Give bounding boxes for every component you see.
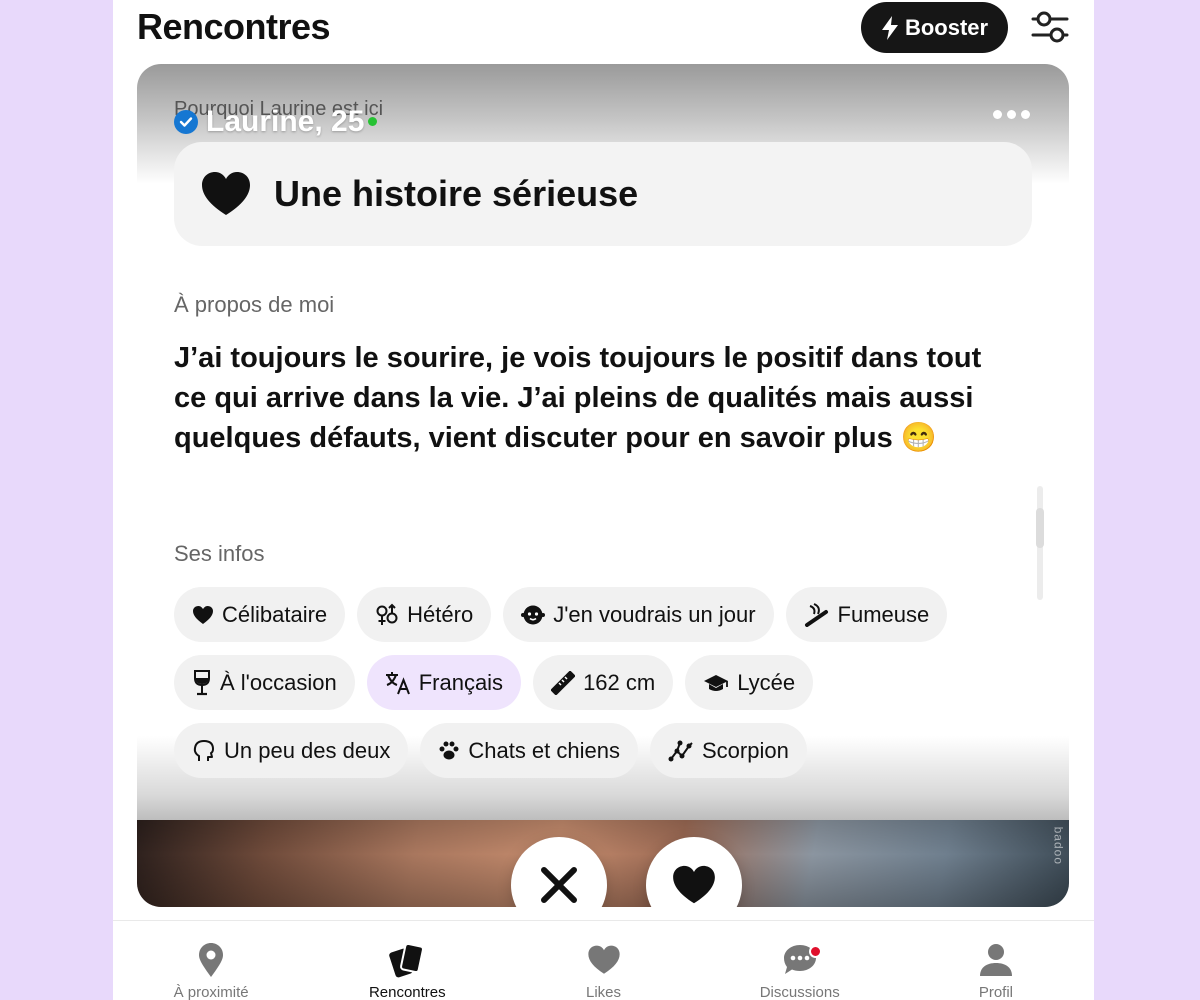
gender-icon (376, 603, 398, 625)
unread-badge (808, 945, 822, 958)
chip-height: 162 cm (533, 655, 674, 710)
chip-language: Français (366, 655, 522, 710)
info-chips: Célibataire Hétéro J'en voudrais un jour… (174, 587, 1054, 791)
heart-icon (587, 945, 620, 974)
chip-personality: Un peu des deux (174, 723, 409, 778)
booster-button[interactable]: Booster (861, 2, 1008, 53)
profile-name[interactable]: Laurine, 25 (174, 105, 378, 139)
nav-label-profile: Profil (978, 984, 1013, 1000)
paw-icon (439, 741, 459, 759)
nav-item-profile[interactable]: Profil (898, 921, 1094, 1000)
baby-icon (521, 605, 546, 624)
sliders-icon[interactable] (1031, 10, 1069, 44)
chip-smoking: Fumeuse (785, 587, 948, 642)
heart-icon (193, 605, 213, 624)
app-window: Rencontres Booster badoo Pourquoi Laurin… (113, 0, 1094, 1000)
nav-item-nearby[interactable]: À proximité (113, 921, 309, 1000)
nav-item-likes[interactable]: Likes (505, 921, 701, 1000)
booster-label: Booster (904, 14, 989, 40)
more-options-icon[interactable] (993, 110, 1030, 119)
head-icon (193, 739, 214, 761)
translate-icon (385, 671, 410, 694)
chip-education: Lycée (685, 655, 814, 710)
nav-label-likes: Likes (585, 984, 622, 1000)
profile-card[interactable]: badoo Pourquoi Laurine est ici Laurine, … (137, 64, 1069, 907)
lightning-icon (881, 15, 898, 40)
chip-pets: Chats et chiens (420, 723, 638, 778)
chip-orientation: Hétéro (357, 587, 492, 642)
bottom-navigation: À proximité Rencontres Likes Discussions (113, 920, 1094, 1000)
nav-label-discussions: Discussions (759, 984, 840, 1000)
chip-drinking: À l'occasion (174, 655, 355, 710)
chip-children: J'en voudrais un jour (503, 587, 774, 642)
online-status-dot (368, 116, 378, 126)
relationship-intent: Une histoire sérieuse (174, 142, 1032, 246)
graduation-cap-icon (704, 674, 729, 691)
page-title: Rencontres (137, 6, 331, 47)
chip-relationship-status: Célibataire (174, 587, 346, 642)
nav-label-nearby: À proximité (173, 984, 249, 1000)
chip-zodiac: Scorpion (649, 723, 807, 778)
ruler-icon (551, 670, 576, 695)
nav-label-encounters: Rencontres (368, 984, 446, 1000)
intent-text: Une histoire sérieuse (274, 173, 639, 214)
scrollbar[interactable] (1036, 486, 1044, 600)
nav-item-discussions[interactable]: Discussions (702, 921, 898, 1000)
about-label: À propos de moi (174, 292, 335, 317)
name-age: Laurine, 25 (206, 105, 365, 138)
header: Rencontres Booster (113, 0, 1094, 60)
cards-icon (389, 942, 425, 977)
person-icon (979, 943, 1012, 976)
photo-watermark: badoo (1051, 826, 1065, 865)
verified-badge-icon (174, 110, 198, 134)
nav-item-encounters[interactable]: Rencontres (309, 921, 505, 1000)
location-pin-icon (199, 942, 224, 977)
wine-glass-icon (194, 669, 210, 695)
about-text: J’ai toujours le sourire, je vois toujou… (174, 342, 982, 454)
heart-icon (202, 172, 250, 215)
heart-icon (673, 865, 715, 904)
close-icon (541, 867, 577, 903)
infos-label: Ses infos (174, 541, 265, 566)
constellation-icon (668, 740, 693, 761)
cigarette-icon (804, 602, 828, 627)
